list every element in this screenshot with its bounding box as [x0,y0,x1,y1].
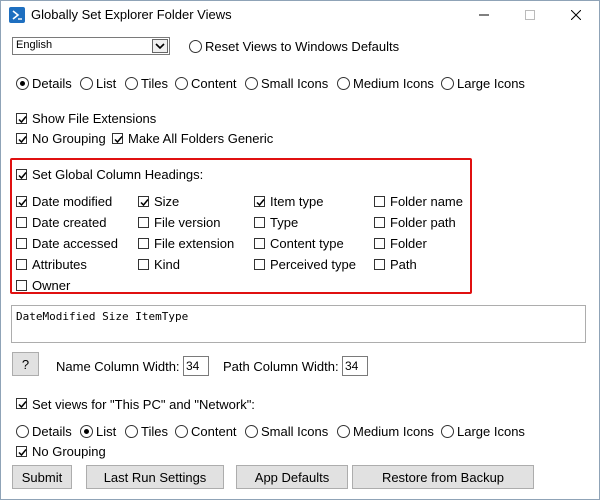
thispc-checkbox[interactable] [16,398,27,409]
column-checkbox-attributes[interactable] [16,259,27,270]
view-radio-medium-icons[interactable] [337,77,350,90]
column-label-folder: Folder [390,236,427,251]
close-icon [571,9,581,20]
column-checkbox-item-type[interactable] [254,196,265,207]
column-label-date-accessed: Date accessed [32,236,118,251]
column-checkbox-size[interactable] [138,196,149,207]
language-value: English [16,39,53,51]
path-width-field[interactable]: 34 [342,356,368,376]
view-radio-tiles[interactable] [125,77,138,90]
column-label-content-type: Content type [270,236,344,251]
path-width-label: Path Column Width: [223,359,339,374]
column-label-owner: Owner [32,278,71,293]
reset-views-radio[interactable] [189,40,202,53]
minimize-button[interactable] [461,1,507,28]
thispc-label-tiles: Tiles [141,424,168,439]
thispc-no-grouping-label: No Grouping [32,444,106,459]
column-checkbox-kind[interactable] [138,259,149,270]
view-radio-small-icons[interactable] [245,77,258,90]
column-label-folder-path: Folder path [390,215,456,230]
close-button[interactable] [553,1,599,28]
make-generic-label: Make All Folders Generic [128,131,274,146]
view-radio-details[interactable] [16,77,29,90]
column-checkbox-folder-name[interactable] [374,196,385,207]
column-label-file-version: File version [154,215,221,230]
thispc-label-content: Content [191,424,237,439]
thispc-radio-content[interactable] [175,425,188,438]
submit-button[interactable]: Submit [12,465,72,489]
thispc-no-grouping-checkbox[interactable] [16,446,27,457]
column-label-item-type: Item type [270,194,324,209]
columns-text-value: DateModified Size ItemType [16,310,189,323]
title-bar: Globally Set Explorer Folder Views [1,1,599,28]
view-radio-list[interactable] [80,77,93,90]
no-grouping-checkbox[interactable] [16,133,27,144]
make-generic-checkbox[interactable] [112,133,123,144]
maximize-icon [525,9,535,20]
show-file-extensions-label: Show File Extensions [32,111,157,126]
thispc-radio-details[interactable] [16,425,29,438]
column-label-file-extension: File extension [154,236,235,251]
column-checkbox-folder-path[interactable] [374,217,385,228]
column-headings-label: Set Global Column Headings: [32,167,204,182]
view-label-details: Details [32,76,72,91]
name-width-label: Name Column Width: [56,359,180,374]
view-label-large-icons: Large Icons [457,76,525,91]
column-checkbox-date-modified[interactable] [16,196,27,207]
restore-backup-button[interactable]: Restore from Backup [352,465,534,489]
thispc-radio-small-icons[interactable] [245,425,258,438]
window-title: Globally Set Explorer Folder Views [31,7,232,22]
column-label-path: Path [390,257,417,272]
minimize-icon [479,14,489,15]
thispc-radio-medium-icons[interactable] [337,425,350,438]
thispc-label-small-icons: Small Icons [261,424,329,439]
thispc-radio-large-icons[interactable] [441,425,454,438]
column-checkbox-file-version[interactable] [138,217,149,228]
column-label-kind: Kind [154,257,181,272]
language-select[interactable]: English [12,37,170,55]
column-checkbox-content-type[interactable] [254,238,265,249]
chevron-down-icon [152,39,168,53]
name-width-field[interactable]: 34 [183,356,209,376]
view-label-medium-icons: Medium Icons [353,76,434,91]
help-button[interactable]: ? [12,352,39,376]
show-file-extensions-checkbox[interactable] [16,113,27,124]
column-checkbox-date-accessed[interactable] [16,238,27,249]
column-label-folder-name: Folder name [390,194,463,209]
thispc-radio-list[interactable] [80,425,93,438]
column-label-attributes: Attributes [32,257,87,272]
app-defaults-button[interactable]: App Defaults [236,465,348,489]
columns-text-field[interactable]: DateModified Size ItemType [11,305,586,343]
last-run-settings-button[interactable]: Last Run Settings [86,465,224,489]
powershell-icon [9,7,25,23]
column-checkbox-owner[interactable] [16,280,27,291]
column-label-date-modified: Date modified [32,194,113,209]
column-checkbox-path[interactable] [374,259,385,270]
column-label-type: Type [270,215,299,230]
view-label-small-icons: Small Icons [261,76,329,91]
reset-views-label: Reset Views to Windows Defaults [205,39,400,54]
column-checkbox-file-extension[interactable] [138,238,149,249]
view-label-content: Content [191,76,237,91]
thispc-label-large-icons: Large Icons [457,424,525,439]
column-checkbox-perceived-type[interactable] [254,259,265,270]
column-label-perceived-type: Perceived type [270,257,356,272]
maximize-button[interactable] [507,1,553,28]
view-radio-large-icons[interactable] [441,77,454,90]
thispc-radio-tiles[interactable] [125,425,138,438]
column-checkbox-date-created[interactable] [16,217,27,228]
thispc-label-medium-icons: Medium Icons [353,424,434,439]
column-checkbox-type[interactable] [254,217,265,228]
view-radio-content[interactable] [175,77,188,90]
view-label-list: List [96,76,117,91]
column-headings-checkbox[interactable] [16,169,27,180]
thispc-label: Set views for "This PC" and "Network": [32,397,255,412]
column-label-size: Size [154,194,180,209]
view-label-tiles: Tiles [141,76,168,91]
thispc-label-list: List [96,424,117,439]
column-label-date-created: Date created [32,215,107,230]
no-grouping-label: No Grouping [32,131,106,146]
thispc-label-details: Details [32,424,72,439]
column-checkbox-folder[interactable] [374,238,385,249]
